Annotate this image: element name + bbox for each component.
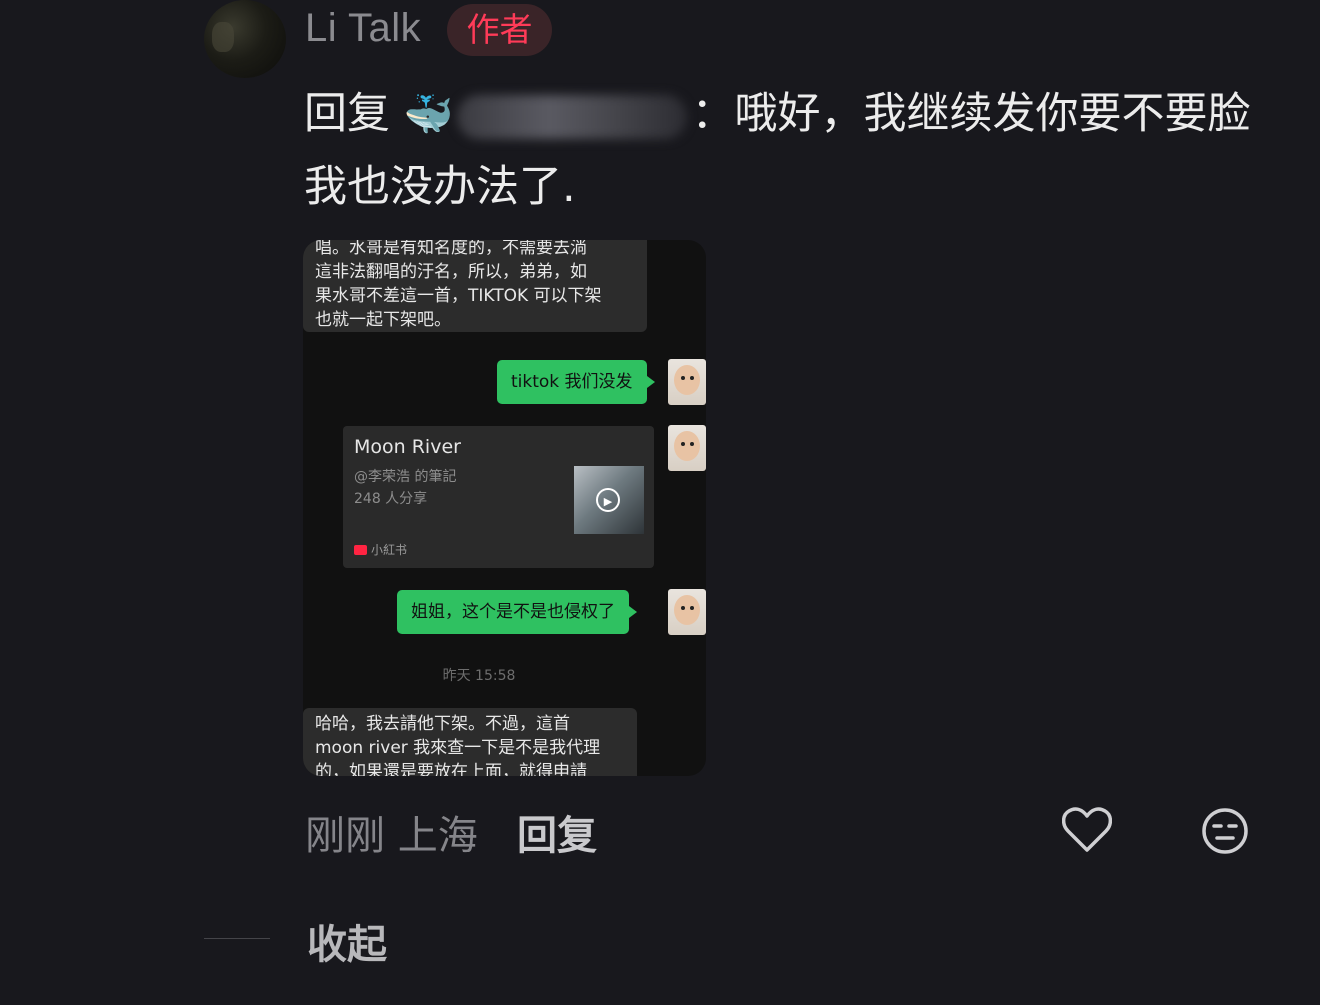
- chat-message-green-2: 姐姐，这个是不是也侵权了: [397, 590, 637, 634]
- chat-message-green-1: tiktok 我们没发: [497, 360, 655, 404]
- chat-message-bottom: 哈哈，我去請他下架。不過，這首 moon river 我來查一下是不是我代理 的…: [303, 708, 637, 776]
- chat-message-top: 唱。水哥是有知名度的，不需要去淌 這非法翻唱的汙名，所以，弟弟，如 果水哥不差這…: [303, 240, 647, 332]
- collapse-divider: [204, 938, 270, 939]
- chat-timestamp: 昨天 15:58: [442, 668, 516, 684]
- reply-prefix: 回复: [304, 89, 390, 139]
- author-avatar[interactable]: [204, 0, 286, 78]
- chat-avatar: [668, 589, 706, 635]
- shared-note-card: Moon River @李荣浩 的筆記 248 人分享 ▶ 小紅书: [343, 426, 654, 568]
- card-shares: 248 人分享: [354, 491, 428, 507]
- play-icon: ▶: [596, 488, 620, 512]
- author-badge: 作者: [447, 4, 552, 56]
- comment-text: 回复 🐳 ：哦好，我继续发你要不要脸我也没办法了.: [304, 78, 1284, 223]
- whale-emoji-icon: 🐳: [403, 92, 454, 138]
- attached-chat-screenshot[interactable]: 唱。水哥是有知名度的，不需要去淌 這非法翻唱的汙名，所以，弟弟，如 果水哥不差這…: [303, 240, 706, 776]
- author-name[interactable]: Li Talk: [305, 6, 421, 51]
- card-thumbnail: ▶: [574, 466, 644, 534]
- chat-avatar: [668, 425, 706, 471]
- reply-button[interactable]: 回复: [517, 803, 597, 861]
- redacted-username: [457, 94, 688, 139]
- heart-icon[interactable]: [1062, 806, 1112, 854]
- xiaohongshu-logo-icon: [354, 545, 367, 555]
- chat-avatar: [668, 359, 706, 405]
- card-source: 小紅书: [354, 541, 407, 558]
- collapse-button[interactable]: 收起: [307, 912, 387, 970]
- comment-time-location: 刚刚 上海: [305, 813, 478, 859]
- card-source-label: 小紅书: [371, 543, 408, 557]
- emoji-icon[interactable]: [1200, 806, 1250, 856]
- card-author: @李荣浩 的筆記: [354, 469, 457, 485]
- card-title: Moon River: [354, 436, 461, 458]
